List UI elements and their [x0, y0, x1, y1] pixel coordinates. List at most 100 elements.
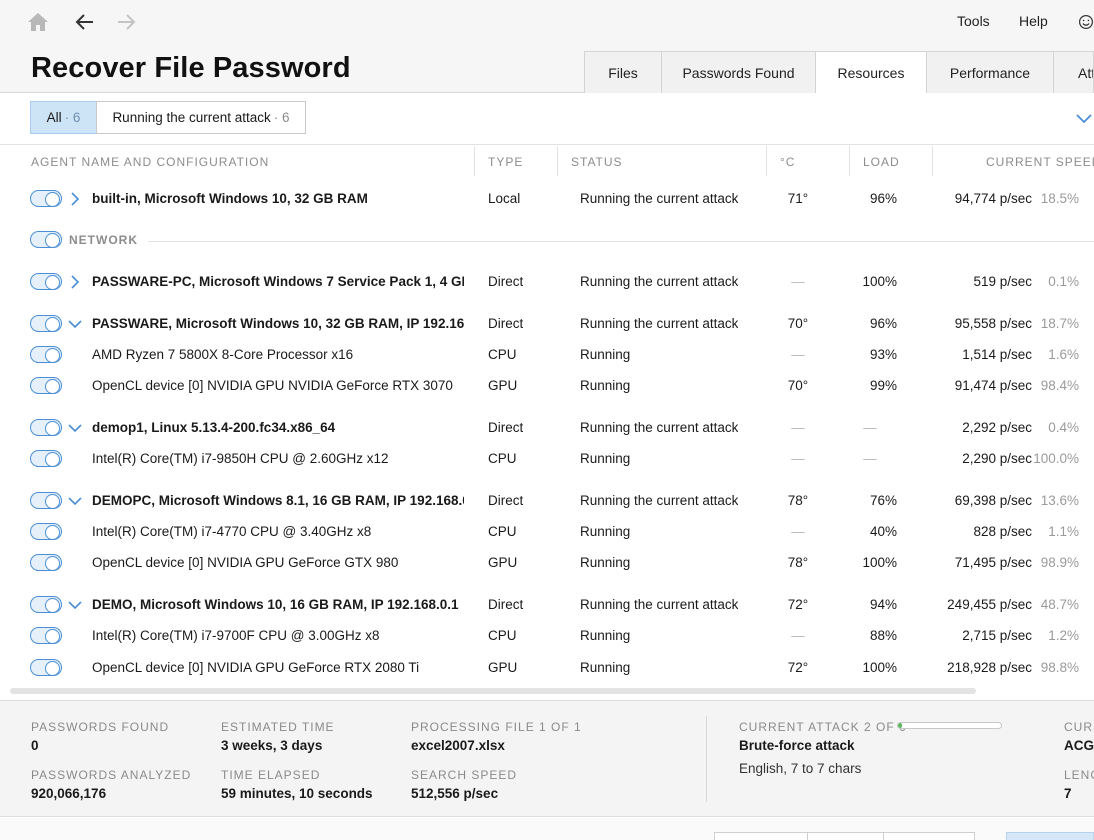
primary-button[interactable] — [1006, 832, 1094, 840]
device-speed: 91,474 p/sec — [954, 378, 1032, 393]
agent-toggle[interactable] — [30, 190, 62, 207]
table-row[interactable]: Intel(R) Core(TM) i7-4770 CPU @ 3.40GHz … — [0, 517, 1094, 547]
column-header-status[interactable]: STATUS — [571, 155, 623, 169]
device-toggle[interactable] — [30, 450, 62, 467]
device-speed: 71,495 p/sec — [954, 555, 1032, 570]
agent-speed: 69,398 p/sec — [954, 493, 1032, 508]
horizontal-scrollbar[interactable] — [10, 688, 976, 694]
column-divider[interactable] — [557, 146, 558, 176]
menu-help[interactable]: Help — [1019, 13, 1048, 29]
device-toggle[interactable] — [30, 346, 62, 363]
agent-status: Running the current attack — [580, 597, 739, 612]
table-row[interactable]: Intel(R) Core(TM) i7-9700F CPU @ 3.00GHz… — [0, 621, 1094, 651]
column-divider[interactable] — [766, 146, 767, 176]
column-divider[interactable] — [474, 146, 475, 176]
column-header-speed[interactable]: CURRENT SPEED — [986, 155, 1094, 169]
agent-load: 96% — [869, 316, 897, 331]
filter-bar: All · 6 Running the current attack · 6 — [0, 93, 1094, 145]
table-row[interactable]: Intel(R) Core(TM) i7-9850H CPU @ 2.60GHz… — [0, 444, 1094, 474]
network-toggle[interactable] — [30, 231, 62, 248]
divider — [706, 716, 707, 802]
table-row[interactable]: DEMOPC, Microsoft Windows 8.1, 16 GB RAM… — [0, 486, 1094, 516]
expand-filter-button[interactable] — [1074, 105, 1094, 133]
collapse-row-button[interactable] — [66, 418, 84, 438]
chevron-down-icon — [68, 424, 82, 433]
current-password-value: ACGI — [1064, 738, 1094, 753]
expand-row-button[interactable] — [66, 189, 84, 209]
device-speed-percent: 98.4% — [1040, 378, 1079, 393]
table-row[interactable]: OpenCL device [0] NVIDIA GPU GeForce GTX… — [0, 548, 1094, 578]
table-row[interactable]: DEMO, Microsoft Windows 10, 16 GB RAM, I… — [0, 590, 1094, 620]
device-speed-percent: 98.9% — [1040, 555, 1079, 570]
expand-row-button[interactable] — [66, 272, 84, 292]
bottom-button[interactable] — [714, 832, 808, 840]
collapse-row-button[interactable] — [66, 491, 84, 511]
device-temperature: — — [791, 524, 805, 539]
table-row[interactable]: AMD Ryzen 7 5800X 8-Core Processor x16 C… — [0, 340, 1094, 370]
tab-passwords-found[interactable]: Passwords Found — [661, 51, 816, 93]
bottom-button[interactable] — [883, 832, 975, 840]
agent-toggle[interactable] — [30, 273, 62, 290]
column-divider[interactable] — [932, 146, 933, 176]
device-name: OpenCL device [0] NVIDIA GPU NVIDIA GeFo… — [92, 378, 453, 393]
filter-running[interactable]: Running the current attack · 6 — [96, 101, 306, 134]
device-toggle[interactable] — [30, 627, 62, 644]
device-name: OpenCL device [0] NVIDIA GPU GeForce RTX… — [92, 660, 420, 675]
device-toggle[interactable] — [30, 554, 62, 571]
agent-toggle[interactable] — [30, 419, 62, 436]
column-divider[interactable] — [849, 146, 850, 176]
agent-status: Running the current attack — [580, 420, 739, 435]
home-button[interactable] — [24, 8, 52, 36]
divider — [148, 241, 1094, 242]
agent-type: Direct — [488, 597, 524, 612]
agent-speed-percent: 0.1% — [1048, 274, 1079, 289]
agent-type: Direct — [488, 274, 524, 289]
agent-status: Running the current attack — [580, 316, 739, 331]
device-toggle[interactable] — [30, 377, 62, 394]
feedback-button[interactable] — [1072, 8, 1094, 36]
filter-running-label: Running the current attack — [112, 110, 271, 125]
chevron-down-icon — [68, 601, 82, 610]
agent-toggle[interactable] — [30, 492, 62, 509]
device-temperature: — — [791, 451, 805, 466]
table-row[interactable]: PASSWARE-PC, Microsoft Windows 7 Service… — [0, 267, 1094, 297]
agent-status: Running the current attack — [580, 274, 739, 289]
time-elapsed-value: 59 minutes, 10 seconds — [221, 786, 373, 801]
agent-load: 94% — [869, 597, 897, 612]
bottom-button[interactable] — [807, 832, 884, 840]
table-row[interactable]: demop1, Linux 5.13.4-200.fc34.x86_64 Dir… — [0, 413, 1094, 443]
tab-files[interactable]: Files — [584, 51, 662, 93]
table-row[interactable]: built-in, Microsoft Windows 10, 32 GB RA… — [0, 184, 1094, 214]
column-header-name[interactable]: AGENT NAME AND CONFIGURATION — [31, 155, 269, 169]
device-toggle[interactable] — [30, 523, 62, 540]
device-temperature: 70° — [787, 378, 809, 393]
device-toggle[interactable] — [30, 659, 62, 676]
tab-attacks[interactable]: Att — [1053, 51, 1094, 93]
time-elapsed-label: TIME ELAPSED — [221, 768, 321, 782]
device-temperature: 78° — [787, 555, 809, 570]
forward-button[interactable] — [112, 8, 140, 36]
passwords-analyzed-value: 920,066,176 — [31, 786, 107, 801]
menu-tools[interactable]: Tools — [957, 13, 990, 29]
table-row[interactable]: OpenCL device [0] NVIDIA GPU GeForce RTX… — [0, 653, 1094, 683]
filter-all[interactable]: All · 6 — [30, 101, 97, 134]
network-group: NETWORK — [0, 225, 1094, 255]
tab-resources[interactable]: Resources — [815, 51, 927, 94]
agent-toggle[interactable] — [30, 315, 62, 332]
collapse-row-button[interactable] — [66, 595, 84, 615]
table-row[interactable]: OpenCL device [0] NVIDIA GPU NVIDIA GeFo… — [0, 371, 1094, 401]
agent-toggle[interactable] — [30, 596, 62, 613]
agent-type: Local — [488, 191, 521, 206]
agent-load: 96% — [869, 191, 897, 206]
tab-performance[interactable]: Performance — [926, 51, 1054, 93]
arrow-right-icon — [118, 14, 136, 30]
column-header-type[interactable]: TYPE — [488, 155, 523, 169]
column-header-temperature[interactable]: °C — [780, 155, 795, 169]
device-load: 100% — [862, 555, 897, 570]
back-button[interactable] — [71, 8, 99, 36]
agent-temperature: 71° — [787, 191, 809, 206]
table-row[interactable]: PASSWARE, Microsoft Windows 10, 32 GB RA… — [0, 309, 1094, 339]
collapse-row-button[interactable] — [66, 314, 84, 334]
header: Recover File Password Files Passwords Fo… — [0, 44, 1094, 94]
column-header-load[interactable]: LOAD — [863, 155, 900, 169]
